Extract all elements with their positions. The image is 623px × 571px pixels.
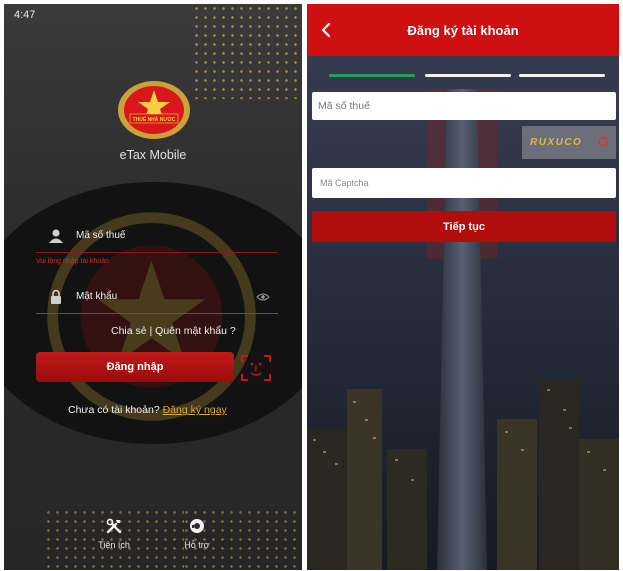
bottom-nav: Tiện ích Hỗ trợ (4, 518, 302, 558)
login-screen: 4:47 THUẾ NHÀ NƯỚC eTax Mobile Mã số thu… (4, 4, 302, 570)
nav-label-utilities: Tiện ích (98, 540, 130, 550)
username-placeholder: Mã số thuế (76, 230, 126, 241)
tools-icon (106, 518, 122, 534)
share-forgot-password-links[interactable]: Chia sẻ | Quên mật khẩu ? (111, 325, 236, 337)
emblem-text: THUẾ NHÀ NƯỚC (133, 115, 176, 123)
username-field[interactable]: Mã số thuế (36, 219, 278, 253)
lock-icon (51, 289, 61, 304)
password-placeholder: Mật khẩu (76, 291, 118, 302)
captcha-input[interactable]: Mã Captcha (312, 168, 616, 198)
no-account-text: Chưa có tài khoản? (68, 404, 160, 416)
support-icon (190, 519, 204, 533)
nav-item-support[interactable]: Hỗ trợ (167, 518, 227, 550)
nav-label-support: Hỗ trợ (184, 540, 210, 550)
tax-code-input[interactable]: Mã số thuế (312, 92, 616, 120)
captcha-placeholder: Mã Captcha (320, 178, 369, 188)
step-indicator-3 (519, 74, 605, 77)
continue-button[interactable]: Tiếp tục (312, 211, 616, 242)
status-time: 4:47 (14, 9, 36, 21)
dot-pattern (192, 4, 302, 99)
step-progress (329, 74, 607, 78)
face-id-icon[interactable] (240, 353, 272, 383)
app-name: eTax Mobile (119, 148, 187, 162)
page-title: Đăng ký tài khoản (407, 23, 519, 38)
eye-icon[interactable] (256, 292, 270, 302)
captcha-image: RUXUCO (522, 126, 616, 159)
captcha-text: RUXUCO (530, 137, 583, 148)
register-prompt: Chưa có tài khoản? Đăng ký ngay (68, 404, 227, 416)
refresh-icon[interactable] (597, 136, 609, 148)
user-icon (49, 229, 63, 243)
step-indicator-1 (329, 74, 415, 77)
step-indicator-2 (425, 74, 511, 77)
login-button[interactable]: Đăng nhập (36, 352, 234, 382)
password-field[interactable]: Mật khẩu (36, 280, 278, 314)
city-skyline-background (307, 89, 619, 570)
username-error-message: Vui lòng nhập tài khoản (36, 258, 109, 265)
app-header: Đăng ký tài khoản (307, 4, 619, 56)
tax-code-placeholder: Mã số thuế (318, 100, 370, 112)
nav-item-utilities[interactable]: Tiện ích (84, 518, 144, 550)
register-screen: Đăng ký tài khoản Mã số thuế RUXUCO Mã C… (307, 4, 619, 570)
tax-emblem-logo: THUẾ NHÀ NƯỚC (118, 81, 190, 139)
register-link[interactable]: Đăng ký ngay (163, 404, 227, 416)
